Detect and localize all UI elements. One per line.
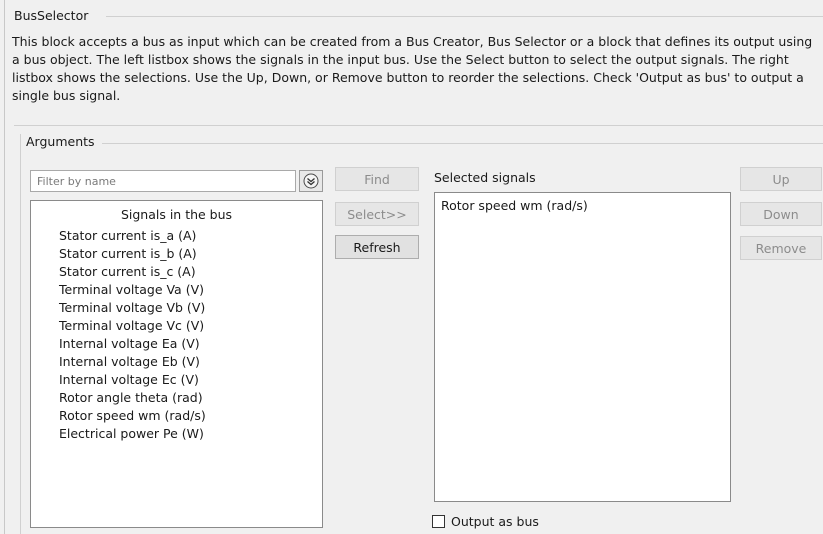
signal-item[interactable]: Internal voltage Eb (V) (31, 353, 322, 371)
find-button[interactable]: Find (335, 167, 419, 191)
signals-listbox[interactable]: Signals in the bus Stator current is_a (… (30, 200, 323, 528)
signal-item[interactable]: Terminal voltage Vc (V) (31, 317, 322, 335)
selected-signals-listbox[interactable]: Rotor speed wm (rad/s) (434, 192, 731, 502)
signal-item[interactable]: Terminal voltage Va (V) (31, 281, 322, 299)
signal-item[interactable]: Rotor angle theta (rad) (31, 389, 322, 407)
signal-item[interactable]: Rotor speed wm (rad/s) (31, 407, 322, 425)
output-as-bus-option[interactable]: Output as bus (432, 514, 539, 529)
signal-item[interactable]: Electrical power Pe (W) (31, 425, 322, 443)
filter-input[interactable] (30, 170, 296, 192)
output-as-bus-label: Output as bus (451, 514, 539, 529)
refresh-button[interactable]: Refresh (335, 235, 419, 259)
checkbox-icon[interactable] (432, 515, 445, 528)
group-divider (106, 16, 823, 17)
select-button[interactable]: Select>> (335, 202, 419, 226)
window-edge (4, 0, 5, 534)
signal-item[interactable]: Stator current is_a (A) (31, 227, 322, 245)
block-description-text: This block accepts a bus as input which … (12, 34, 813, 103)
selected-signals-label: Selected signals (434, 170, 536, 185)
remove-button[interactable]: Remove (740, 236, 822, 260)
block-name-title: BusSelector (14, 8, 93, 23)
signal-item[interactable]: Stator current is_b (A) (31, 245, 322, 263)
signal-item[interactable]: Terminal voltage Vb (V) (31, 299, 322, 317)
down-button[interactable]: Down (740, 202, 822, 226)
chevron-down-circle-icon (303, 173, 319, 189)
signal-item[interactable]: Internal voltage Ea (V) (31, 335, 322, 353)
signals-list-header: Signals in the bus (120, 207, 233, 222)
arguments-title: Arguments (26, 134, 99, 149)
selected-signal-item[interactable]: Rotor speed wm (rad/s) (441, 197, 724, 215)
arguments-divider (102, 143, 823, 144)
signal-item[interactable]: Stator current is_c (A) (31, 263, 322, 281)
filter-options-button[interactable] (299, 170, 323, 192)
up-button[interactable]: Up (740, 167, 822, 191)
signal-item[interactable]: Internal voltage Ec (V) (31, 371, 322, 389)
